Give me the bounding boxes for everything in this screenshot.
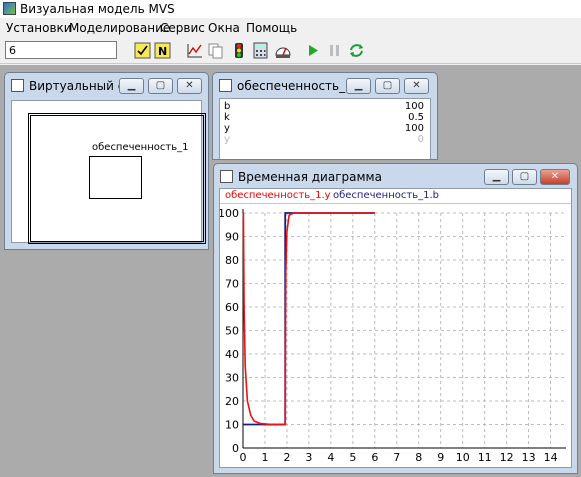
chart-panel: обеспеченность_1.y обеспеченность_1.b 0 1… [219,188,572,468]
param-name: k [224,112,230,123]
app-titlebar: Визуальная модель MVS [0,0,581,18]
maximize-icon[interactable]: ▢ [512,169,537,185]
close-icon[interactable]: ✕ [540,169,570,185]
y-tick-label: 70 [225,278,239,291]
y-tick-label: 100 [220,207,239,220]
x-tick-label: 11 [478,451,492,464]
refresh-icon[interactable] [348,42,365,59]
pause-icon[interactable] [326,42,343,59]
menu-windows[interactable]: Окна [208,21,240,35]
check-icon[interactable] [134,42,151,59]
y-tick-label: 0 [232,442,239,455]
x-tick-label: 10 [456,451,470,464]
y-tick-label: 90 [225,231,239,244]
app-title: Визуальная модель MVS [20,2,175,16]
virtual-window[interactable]: Виртуальный с... ▁ ▢ ✕ обеспеченность_1 [4,72,209,250]
y-tick-label: 10 [225,419,239,432]
close-icon[interactable]: ✕ [404,78,429,94]
chart-icon [220,170,233,183]
value-input[interactable] [5,41,117,59]
minimize-icon[interactable]: ▁ [346,78,371,94]
legend-series-b: обеспеченность_1.b [333,190,439,201]
x-tick-label: 7 [393,451,400,464]
traffic-light-icon[interactable] [230,42,247,59]
param-row: y 100 [224,123,426,134]
menu-modeling[interactable]: Моделирование [69,21,170,35]
menu-settings[interactable]: Установки [6,21,72,35]
x-tick-label: 4 [327,451,334,464]
param-value[interactable]: 0 [418,134,424,145]
menu-help[interactable]: Помощь [246,21,297,35]
app-icon [3,2,16,15]
param-row: b 100 [224,101,426,112]
close-icon[interactable]: ✕ [177,78,202,94]
window-icon [11,79,24,92]
x-tick-label: 0 [240,451,247,464]
x-tick-label: 12 [500,451,514,464]
y-tick-label: 60 [225,301,239,314]
x-tick-label: 3 [305,451,312,464]
chart-window[interactable]: Временная диаграмма ▁ ▢ ✕ обеспеченность… [213,163,578,474]
minimize-icon[interactable]: ▁ [119,78,144,94]
chart-window-titlebar[interactable]: Временная диаграмма ▁ ▢ ✕ [214,164,577,190]
model-block[interactable] [89,156,142,199]
y-tick-label: 40 [225,348,239,361]
y-tick-label: 80 [225,254,239,267]
param-value[interactable]: 100 [405,123,424,134]
chart-window-title: Временная диаграмма [238,170,382,184]
x-tick-label: 9 [437,451,444,464]
x-tick-label: 1 [261,451,268,464]
toolbar: N [0,38,581,64]
virtual-window-titlebar[interactable]: Виртуальный с... ▁ ▢ ✕ [5,73,208,99]
svg-text:N: N [158,45,167,58]
gauge-icon[interactable] [274,42,291,59]
x-tick-label: 8 [415,451,422,464]
params-window-title: обеспеченность_1 [237,79,353,93]
x-tick-label: 2 [283,451,290,464]
menu-bar: Установки Моделирование Сервис Окна Помо… [0,19,581,38]
table-icon [219,79,232,92]
copy-icon[interactable] [207,42,224,59]
params-window-titlebar[interactable]: обеспеченность_1 ▁ ▢ ✕ [213,73,437,99]
play-icon[interactable] [304,42,321,59]
n-icon[interactable]: N [154,42,171,59]
block-label: обеспеченность_1 [92,142,189,153]
param-row: y 0 [224,134,426,145]
x-tick-label: 6 [371,451,378,464]
chart-legend: обеспеченность_1.y обеспеченность_1.b [220,189,571,204]
minimize-icon[interactable]: ▁ [484,169,509,185]
menu-service[interactable]: Сервис [160,21,205,35]
y-tick-label: 20 [225,395,239,408]
params-list: b 100 k 0.5 y 100 y 0 [219,98,431,159]
param-name: b [224,101,231,112]
calculator-icon[interactable] [252,42,269,59]
y-tick-label: 50 [225,325,239,338]
maximize-icon[interactable]: ▢ [375,78,400,94]
param-value[interactable]: 100 [405,101,424,112]
param-name: y [224,134,230,145]
graph-icon[interactable] [186,42,203,59]
virtual-window-canvas: обеспеченность_1 [11,100,206,244]
maximize-icon[interactable]: ▢ [148,78,173,94]
x-tick-label: 14 [544,451,558,464]
param-name: y [224,123,230,134]
x-tick-label: 5 [349,451,356,464]
y-tick-label: 30 [225,372,239,385]
x-tick-label: 13 [522,451,536,464]
params-window[interactable]: обеспеченность_1 ▁ ▢ ✕ b 100 k 0.5 y 100… [212,72,438,160]
param-value[interactable]: 0.5 [408,112,424,123]
legend-series-y: обеспеченность_1.y [225,190,331,201]
param-row: k 0.5 [224,112,426,123]
time-chart: 01020304050607080901000 1 2 3 4 5 6 7 8 9 10 11 12 13… [220,207,566,464]
